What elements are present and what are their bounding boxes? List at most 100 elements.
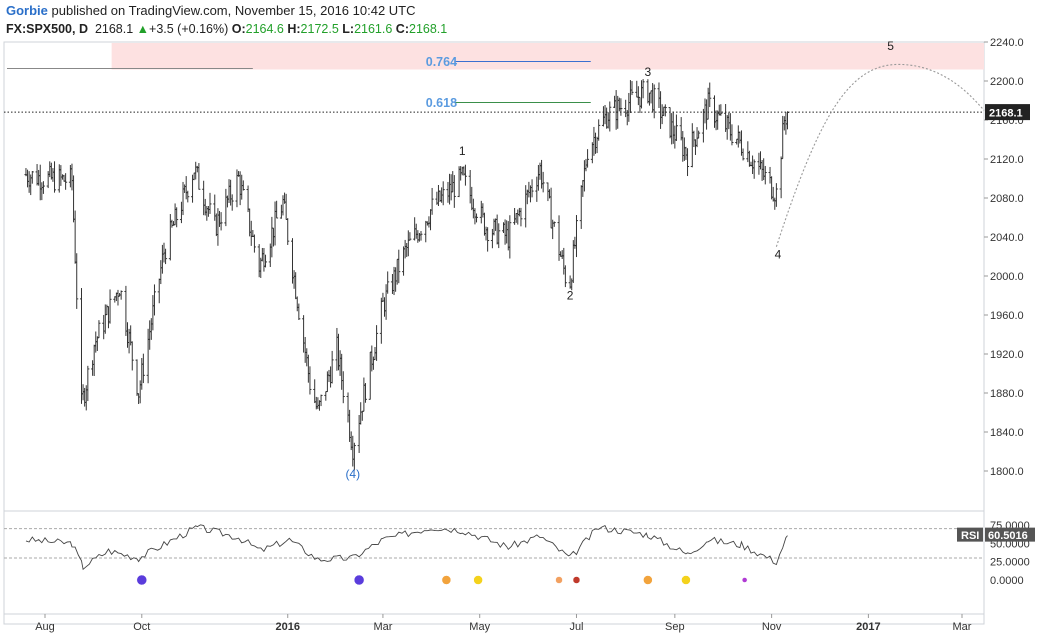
ohlc-bar	[641, 79, 645, 99]
ohlc-bar	[774, 183, 778, 207]
ohlc-bar	[747, 150, 751, 167]
ohlc-bar	[638, 96, 642, 113]
ohlc-bar	[381, 292, 385, 302]
ohlc-bar	[41, 181, 45, 194]
x-tick-label: Mar	[953, 621, 972, 633]
ohlc-bar	[708, 82, 712, 108]
ohlc-bar	[760, 160, 764, 181]
ohlc-bar	[427, 216, 431, 228]
ohlc-bar	[125, 322, 129, 348]
ohlc-bar	[270, 216, 274, 258]
ohlc-bar	[524, 185, 528, 228]
ohlc-bar	[516, 209, 520, 225]
event-marker	[441, 575, 452, 585]
y-tick-label: 2240.0	[990, 37, 1024, 49]
ohlc-bar	[35, 164, 39, 186]
ohlc-bar	[281, 195, 285, 216]
ohlc-bar	[605, 107, 609, 129]
x-tick-label: 2016	[275, 621, 299, 633]
ohlc-bar	[181, 181, 185, 216]
ohlc-bar	[48, 161, 52, 178]
ohlc-bar	[216, 208, 220, 246]
ohlc-bar	[240, 174, 244, 200]
rsi-value: 60.5016	[988, 530, 1028, 542]
ohlc-bar	[727, 112, 731, 130]
ohlc-bar	[160, 244, 164, 274]
ohlc-bar	[649, 90, 653, 104]
ohlc-bar	[738, 131, 742, 144]
ohlc-bar	[514, 212, 518, 223]
ohlc-bar	[229, 179, 233, 206]
ohlc-bar	[70, 163, 74, 191]
ohlc-bar	[149, 318, 153, 340]
ohlc-bar	[252, 234, 256, 253]
ohlc-bar	[441, 181, 445, 206]
ohlc-bar	[335, 327, 339, 371]
ohlc-bar	[273, 201, 277, 246]
x-tick-label: Jul	[569, 621, 583, 633]
resistance-zone	[111, 43, 984, 70]
ohlc-bar	[562, 247, 566, 275]
ohlc-bar	[581, 180, 585, 197]
ohlc-bar	[151, 295, 155, 331]
ohlc-bar	[295, 296, 299, 312]
y-tick-label: 2200.0	[990, 76, 1024, 88]
ohlc-bar	[429, 209, 433, 231]
ohlc-bar	[403, 239, 407, 259]
ohlc-bar	[173, 203, 177, 226]
ohlc-bar	[517, 207, 521, 217]
ohlc-bar	[627, 92, 631, 122]
fib-label: 0.764	[426, 55, 457, 69]
ohlc-bar	[706, 87, 710, 120]
price-chart[interactable]: 0.7640.6182240.02200.02160.02120.02080.0…	[0, 0, 1044, 641]
rsi-line	[25, 524, 788, 571]
ohlc-bar	[152, 284, 156, 316]
y-tick-label: 1840.0	[990, 427, 1024, 439]
event-marker	[136, 574, 148, 586]
ohlc-bar	[60, 174, 64, 180]
last-price-label: 2168.1	[989, 108, 1023, 120]
event-marker	[353, 574, 365, 586]
rsi-name: RSI	[961, 530, 979, 542]
ohlc-bar	[724, 104, 728, 132]
ohlc-bar	[739, 130, 743, 156]
ohlc-bar	[525, 189, 529, 205]
event-marker	[681, 575, 691, 585]
ohlc-bar	[451, 171, 455, 193]
ohlc-bar	[781, 115, 785, 160]
ohlc-bar	[79, 288, 83, 404]
ohlc-bar	[673, 125, 677, 149]
ohlc-bar	[752, 159, 756, 179]
ohlc-bar	[563, 265, 567, 288]
ohlc-bar	[582, 160, 586, 192]
ohlc-bar	[57, 164, 61, 193]
ohlc-bar	[762, 158, 766, 181]
ohlc-bar	[417, 232, 421, 242]
y-tick-label: 1800.0	[990, 466, 1024, 478]
ohlc-bar	[670, 113, 674, 145]
ohlc-bar	[194, 161, 198, 180]
ohlc-bar	[484, 226, 488, 241]
ohlc-bar	[551, 219, 555, 240]
fib-label: 0.618	[426, 96, 457, 110]
ohlc-bar	[573, 236, 577, 249]
ohlc-bar	[360, 410, 364, 421]
ohlc-bar	[659, 91, 663, 129]
y-tick-label: 2040.0	[990, 232, 1024, 244]
ohlc-bar	[257, 244, 261, 278]
ohlc-bar	[597, 119, 601, 141]
ohlc-bar	[640, 80, 644, 109]
ohlc-bar	[81, 384, 85, 401]
ohlc-bar	[768, 166, 772, 184]
ohlc-bar	[370, 345, 374, 372]
x-tick-label: Nov	[762, 621, 782, 633]
ohlc-bar	[106, 306, 110, 329]
ohlc-bar	[249, 220, 253, 246]
ohlc-bar	[297, 303, 301, 320]
ohlc-bar	[83, 387, 87, 407]
ohlc-bar	[191, 174, 195, 203]
ohlc-bar	[506, 221, 510, 251]
ohlc-bar	[759, 151, 763, 170]
ohlc-bar	[728, 113, 732, 141]
ohlc-bar	[116, 289, 120, 306]
